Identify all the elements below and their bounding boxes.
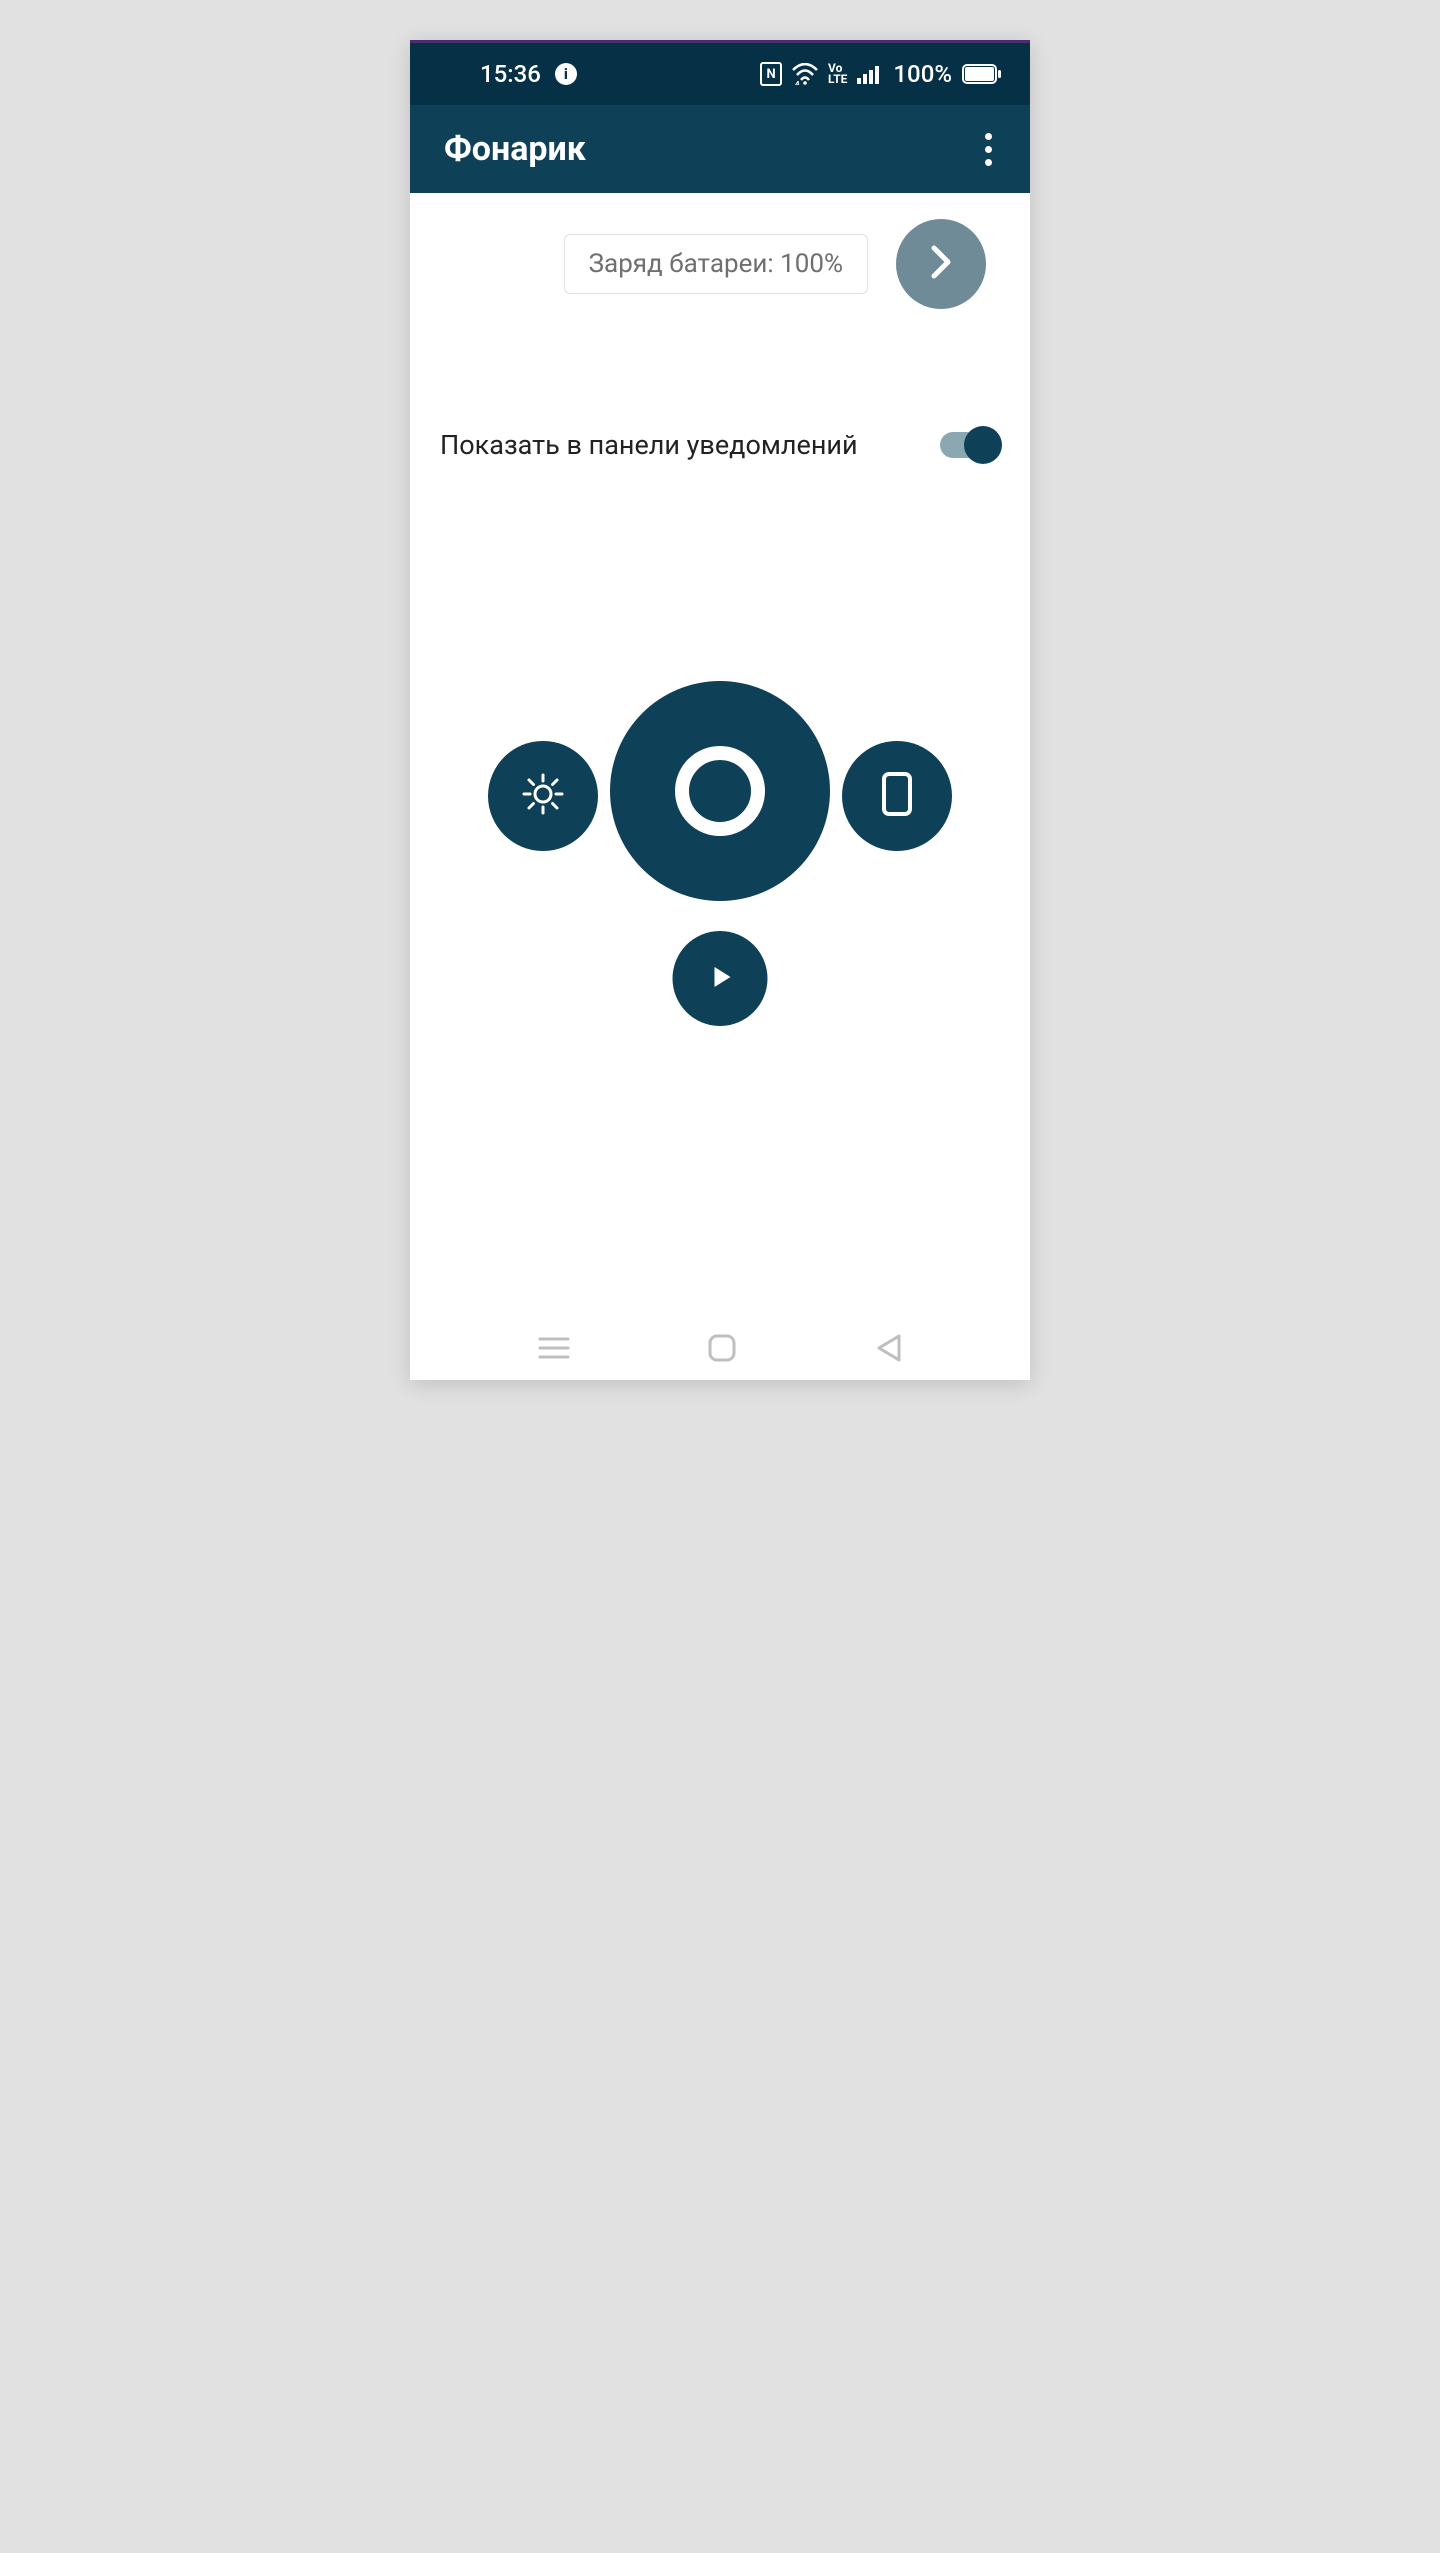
- status-time: 15:36: [480, 60, 541, 88]
- overflow-menu-button[interactable]: [975, 123, 1002, 176]
- wifi-icon: 4: [792, 63, 818, 85]
- screen-icon: [878, 770, 916, 822]
- info-icon: i: [555, 63, 577, 85]
- screen-light-button[interactable]: [842, 741, 952, 851]
- power-ring-icon: [675, 746, 765, 836]
- chevron-right-icon: [926, 242, 956, 286]
- control-cluster: [434, 681, 1006, 1041]
- battery-icon: [962, 64, 1002, 84]
- nav-home-button[interactable]: [707, 1333, 737, 1363]
- system-nav-bar: [410, 1316, 1030, 1380]
- dot-icon: [985, 133, 992, 140]
- next-button[interactable]: [896, 219, 986, 309]
- brightness-icon: [518, 769, 568, 823]
- status-battery-percent: 100%: [893, 60, 952, 88]
- notification-toggle-label: Показать в панели уведомлений: [440, 429, 858, 461]
- nav-recent-button[interactable]: [538, 1335, 570, 1361]
- strobe-play-button[interactable]: [673, 931, 768, 1026]
- signal-icon: [857, 64, 883, 84]
- dot-icon: [985, 159, 992, 166]
- dot-icon: [985, 146, 992, 153]
- svg-text:4: 4: [795, 80, 800, 85]
- status-left: 15:36 i: [480, 60, 577, 88]
- brightness-button[interactable]: [488, 741, 598, 851]
- flashlight-toggle-button[interactable]: [610, 681, 830, 901]
- phone-frame: 15:36 i N 4 VoLTE: [410, 40, 1030, 1380]
- switch-thumb: [964, 426, 1002, 464]
- nfc-icon: N: [760, 62, 782, 86]
- battery-row: Заряд батареи: 100%: [434, 219, 1006, 309]
- notification-toggle-switch[interactable]: [940, 432, 998, 458]
- notification-toggle-row: Показать в панели уведомлений: [434, 429, 1006, 461]
- status-bar: 15:36 i N 4 VoLTE: [410, 43, 1030, 105]
- status-right: N 4 VoLTE 100%: [760, 60, 1002, 88]
- volte-icon: VoLTE: [828, 63, 847, 85]
- nav-back-button[interactable]: [874, 1333, 902, 1363]
- app-bar: Фонарик: [410, 105, 1030, 193]
- content-area: Заряд батареи: 100% Показать в панели ув…: [410, 193, 1030, 1316]
- app-title: Фонарик: [444, 129, 586, 169]
- play-icon: [705, 962, 735, 996]
- battery-status-card: Заряд батареи: 100%: [564, 234, 868, 294]
